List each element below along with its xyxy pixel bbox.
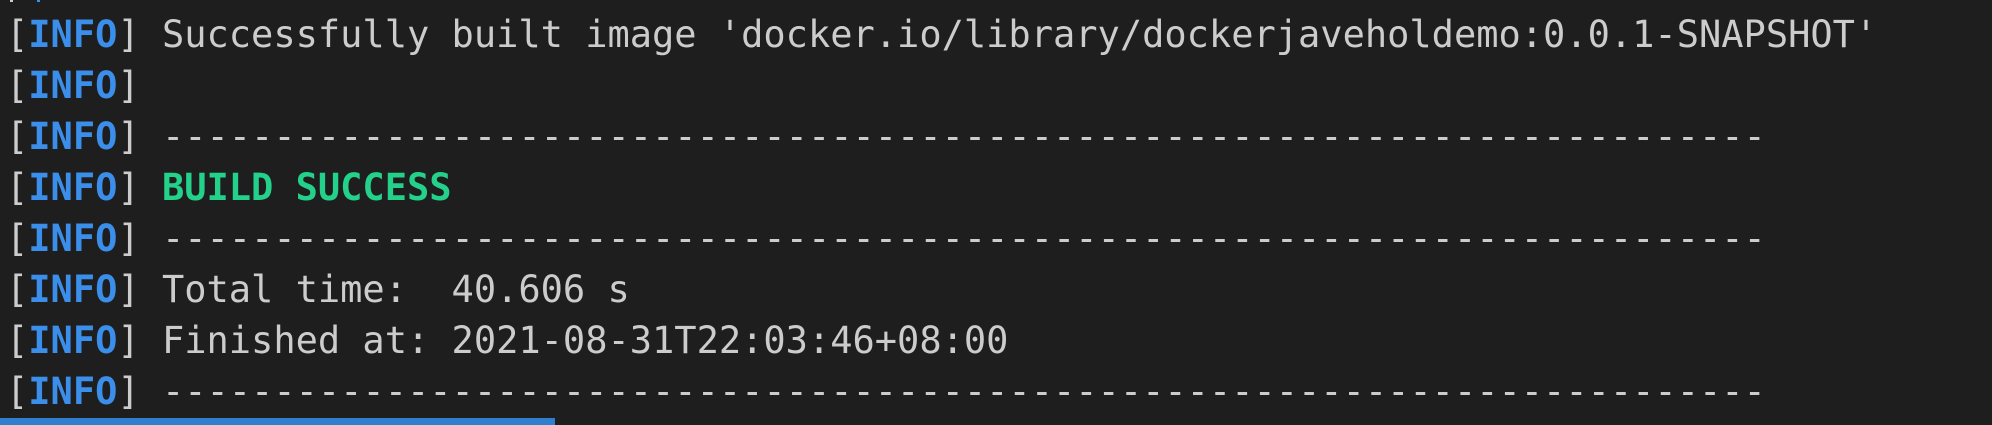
log-lines: [INFO] Successfully built image 'docker.…: [6, 9, 1877, 417]
log-line: [INFO] ---------------------------------…: [6, 366, 1877, 417]
log-line: [INFO] ---------------------------------…: [6, 213, 1877, 264]
separator-line: ----------------------------------------…: [161, 370, 1766, 413]
log-line: [INFO] Finished at: 2021-08-31T22:03:46+…: [6, 315, 1877, 366]
bracket-open: [: [6, 319, 29, 362]
separator-line: ----------------------------------------…: [161, 217, 1766, 260]
bracket-open: [: [6, 370, 29, 413]
bracket-close: ]: [117, 319, 162, 362]
log-line: [INFO] Total time: 40.606 s: [6, 264, 1877, 315]
bracket-close: ]: [117, 370, 162, 413]
separator-line: ----------------------------------------…: [161, 115, 1766, 158]
log-level: INFO: [28, 166, 118, 209]
log-level: INFO: [28, 217, 118, 260]
total-time: Total time: 40.606 s: [161, 268, 630, 311]
finished-at: Finished at: 2021-08-31T22:03:46+08:00: [161, 319, 1009, 362]
bracket-open: [: [6, 13, 29, 56]
log-line: [INFO] Successfully built image 'docker.…: [6, 9, 1877, 60]
bracket-close: ]: [117, 13, 162, 56]
log-level: INFO: [28, 115, 118, 158]
log-line: [INFO] ---------------------------------…: [6, 111, 1877, 162]
bracket-open: [: [6, 217, 29, 260]
bracket-open: [: [6, 268, 29, 311]
log-level: INFO: [28, 268, 118, 311]
log-level: INFO: [28, 13, 118, 56]
terminal-output[interactable]: [INFO] Successfully built image 'docker.…: [0, 0, 1992, 425]
log-message: Successfully built image 'docker.io/libr…: [161, 13, 1878, 56]
bracket-close: ]: [117, 115, 162, 158]
horizontal-scrollbar[interactable]: [0, 418, 555, 425]
build-status: BUILD SUCCESS: [161, 166, 452, 209]
bracket-close: ]: [117, 268, 162, 311]
log-line: [INFO]: [6, 60, 1877, 111]
bracket-open: [: [6, 64, 29, 107]
previous-line-fragment: [10, 0, 40, 2]
log-level: INFO: [28, 64, 118, 107]
log-level: INFO: [28, 319, 118, 362]
bracket-open: [: [6, 166, 29, 209]
bracket-close: ]: [117, 64, 140, 107]
bracket-close: ]: [117, 166, 162, 209]
log-line: [INFO] BUILD SUCCESS: [6, 162, 1877, 213]
log-level: INFO: [28, 370, 118, 413]
bracket-close: ]: [117, 217, 162, 260]
bracket-open: [: [6, 115, 29, 158]
